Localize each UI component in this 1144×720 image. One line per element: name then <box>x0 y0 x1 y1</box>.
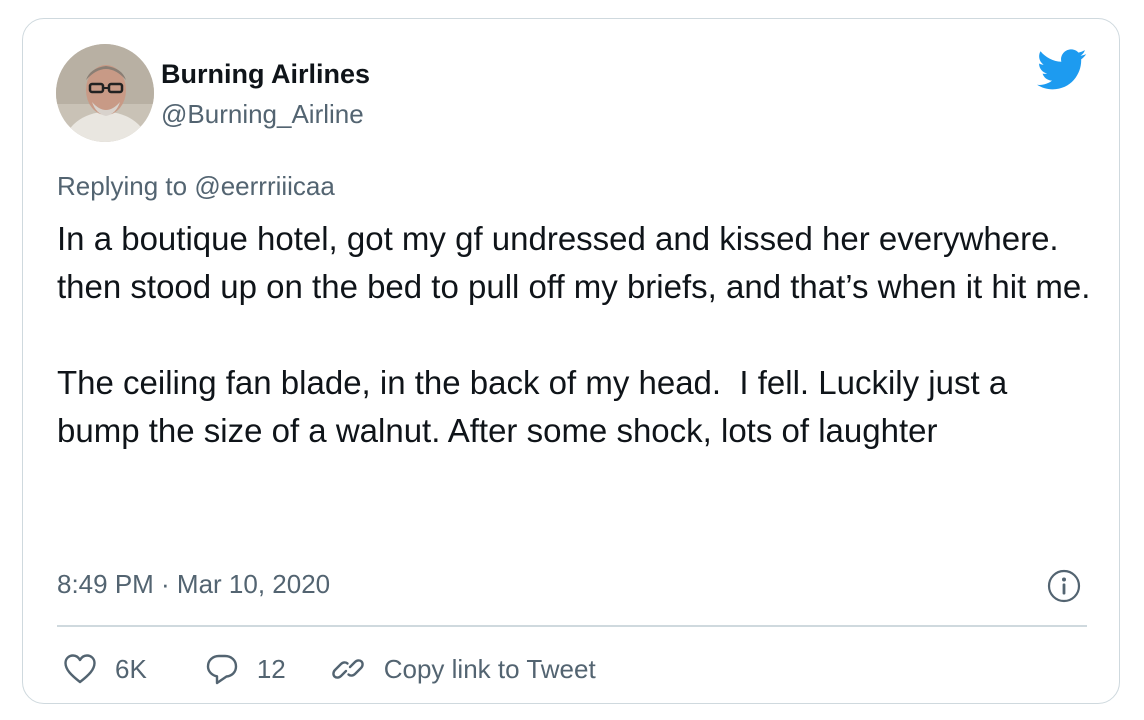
author-handle[interactable]: @Burning_Airline <box>161 99 364 130</box>
replying-to: Replying to @eerrriiicaa <box>57 171 335 202</box>
tweet-text: In a boutique hotel, got my gf undressed… <box>57 215 1097 455</box>
tweet-timestamp[interactable]: 8:49 PM · Mar 10, 2020 <box>57 569 330 600</box>
like-button[interactable]: 6K <box>63 653 147 685</box>
like-count: 6K <box>115 653 147 684</box>
heart-icon <box>63 653 97 685</box>
divider <box>57 625 1087 627</box>
replying-to-prefix: Replying to <box>57 171 188 201</box>
speech-bubble-icon <box>205 652 239 686</box>
reply-count: 12 <box>256 653 286 684</box>
tweet-paragraph: The ceiling fan blade, in the back of my… <box>57 364 1017 449</box>
reply-button[interactable]: 12 <box>205 652 286 686</box>
info-icon[interactable] <box>1047 569 1081 603</box>
replying-to-mention[interactable]: @eerrriiicaa <box>194 171 335 201</box>
tweet-card: Burning Airlines @Burning_Airline Replyi… <box>22 18 1120 704</box>
twitter-bird-icon[interactable] <box>1037 49 1087 91</box>
copy-link-button[interactable]: Copy link to Tweet <box>330 651 596 687</box>
action-bar: 6K 12 Copy link to Tweet <box>63 647 596 691</box>
link-icon <box>330 651 366 687</box>
avatar[interactable] <box>56 44 154 142</box>
author-name[interactable]: Burning Airlines <box>161 59 370 90</box>
copy-link-label: Copy link to Tweet <box>383 653 596 684</box>
tweet-paragraph: In a boutique hotel, got my gf undressed… <box>57 220 1091 305</box>
